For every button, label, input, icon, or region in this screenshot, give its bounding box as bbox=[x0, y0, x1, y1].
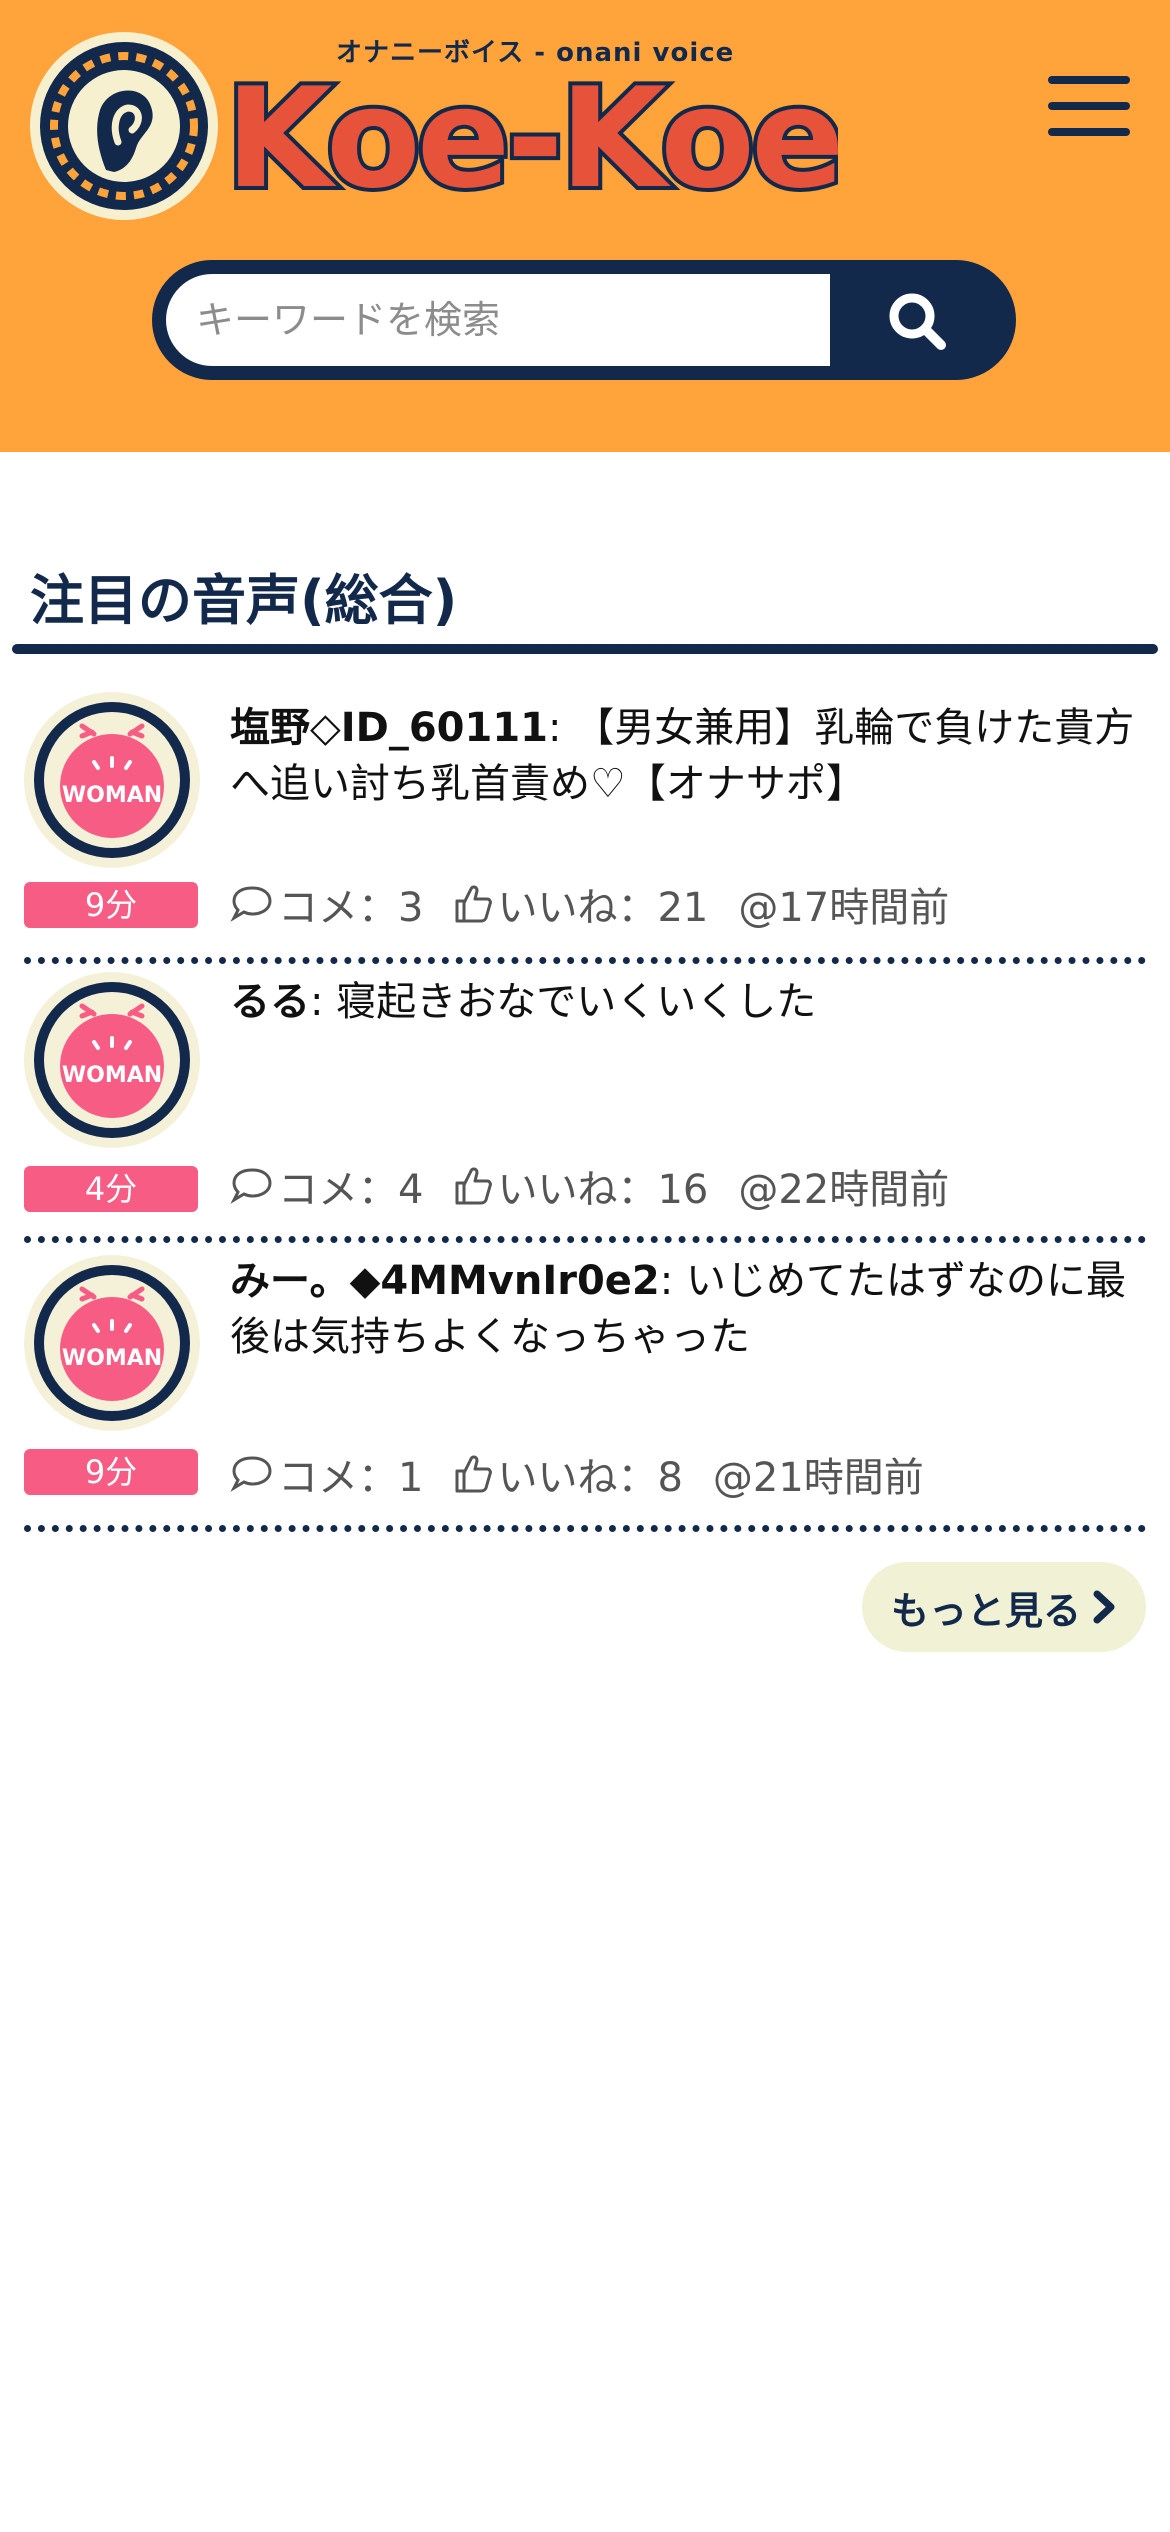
svg-text:Koe-Koe: Koe-Koe bbox=[228, 66, 838, 216]
like-count: いいね：21 bbox=[453, 875, 708, 933]
section-divider bbox=[12, 644, 1158, 654]
voice-item[interactable]: WOMAN 9分 みー。◆4MMvnIr0e2: いじめてたはずなのに最後は気持… bbox=[0, 1253, 1170, 1543]
more-button-label: もっと見る bbox=[890, 1588, 1081, 1633]
comment-count-label: コメ：4 bbox=[278, 1167, 424, 1213]
duration-badge: 9分 bbox=[24, 882, 198, 928]
speech-bubble-icon bbox=[230, 886, 272, 922]
voice-meta: コメ：4 いいね：16 @22時間前 bbox=[230, 1158, 979, 1214]
comment-count-label: コメ：3 bbox=[278, 885, 424, 931]
like-count-label: いいね：21 bbox=[497, 885, 709, 931]
menu-bar bbox=[1048, 102, 1130, 110]
comment-count: コメ：4 bbox=[230, 1157, 423, 1215]
avatar[interactable]: WOMAN bbox=[24, 972, 200, 1148]
duration-badge: 4分 bbox=[24, 1166, 198, 1212]
avatar-label: WOMAN bbox=[62, 1346, 162, 1371]
search-input[interactable] bbox=[166, 274, 830, 366]
menu-bar bbox=[1048, 128, 1130, 136]
item-divider bbox=[24, 1236, 1146, 1243]
avatar-label: WOMAN bbox=[62, 1063, 162, 1088]
voice-title[interactable]: るる: 寝起きおなでいくいくした bbox=[230, 974, 1150, 1030]
voice-title[interactable]: みー。◆4MMvnIr0e2: いじめてたはずなのに最後は気持ちよくなっちゃった bbox=[230, 1253, 1150, 1365]
search-button[interactable] bbox=[830, 274, 1002, 366]
voice-title-text: : 寝起きおなでいくいくした bbox=[310, 979, 817, 1025]
voice-meta: コメ：1 いいね：8 @21時間前 bbox=[230, 1446, 954, 1502]
posted-time: @21時間前 bbox=[712, 1455, 924, 1501]
posted-time: @22時間前 bbox=[738, 1167, 950, 1213]
like-count: いいね：16 bbox=[453, 1157, 708, 1215]
search-icon bbox=[889, 293, 946, 350]
comment-count: コメ：1 bbox=[230, 1445, 423, 1503]
duration-badge: 9分 bbox=[24, 1449, 198, 1495]
item-divider bbox=[24, 1525, 1146, 1532]
logo-tagline: オナニーボイス - onani voice bbox=[336, 38, 735, 68]
avatar[interactable]: WOMAN bbox=[24, 692, 200, 868]
chevron-right-icon bbox=[1093, 1590, 1115, 1624]
voice-item[interactable]: WOMAN 4分 るる: 寝起きおなでいくいくした コメ：4 いいね：16 @2… bbox=[0, 970, 1170, 1253]
author-name: るる bbox=[230, 979, 310, 1025]
section-title: 注目の音声(総合) bbox=[30, 569, 458, 632]
more-button[interactable]: もっと見る bbox=[862, 1562, 1146, 1652]
speech-bubble-icon bbox=[230, 1456, 272, 1492]
menu-bar bbox=[1048, 76, 1130, 84]
site-header: オナニーボイス - onani voice Koe-Koe bbox=[0, 0, 1170, 452]
voice-item[interactable]: WOMAN 9分 塩野◇ID_60111: 【男女兼用】乳輪で負けた貴方へ追い討… bbox=[0, 690, 1170, 970]
comment-count-label: コメ：1 bbox=[278, 1455, 424, 1501]
like-count-label: いいね：16 bbox=[497, 1167, 709, 1213]
thumbs-up-icon bbox=[455, 1455, 493, 1493]
like-count: いいね：8 bbox=[453, 1445, 683, 1503]
posted-time: @17時間前 bbox=[738, 885, 950, 931]
voice-title[interactable]: 塩野◇ID_60111: 【男女兼用】乳輪で負けた貴方へ追い討ち乳首責め♡【オナ… bbox=[230, 700, 1150, 812]
like-count-label: いいね：8 bbox=[497, 1455, 683, 1501]
site-logo[interactable]: オナニーボイス - onani voice Koe-Koe bbox=[28, 28, 838, 228]
avatar-label: WOMAN bbox=[62, 783, 162, 808]
voice-list: WOMAN 9分 塩野◇ID_60111: 【男女兼用】乳輪で負けた貴方へ追い討… bbox=[0, 690, 1170, 1543]
author-name: みー。◆4MMvnIr0e2 bbox=[230, 1258, 660, 1304]
thumbs-up-icon bbox=[455, 885, 493, 923]
ear-logo-icon bbox=[30, 32, 218, 220]
author-name: 塩野◇ID_60111 bbox=[230, 705, 549, 751]
thumbs-up-icon bbox=[455, 1167, 493, 1205]
search-bar bbox=[152, 260, 1016, 380]
comment-count: コメ：3 bbox=[230, 875, 423, 933]
voice-meta: コメ：3 いいね：21 @17時間前 bbox=[230, 876, 979, 932]
avatar[interactable]: WOMAN bbox=[24, 1255, 200, 1431]
logo-wordmark: Koe-Koe bbox=[228, 66, 838, 216]
hamburger-menu-button[interactable] bbox=[1040, 70, 1136, 142]
speech-bubble-icon bbox=[230, 1168, 272, 1204]
item-divider bbox=[24, 957, 1146, 964]
